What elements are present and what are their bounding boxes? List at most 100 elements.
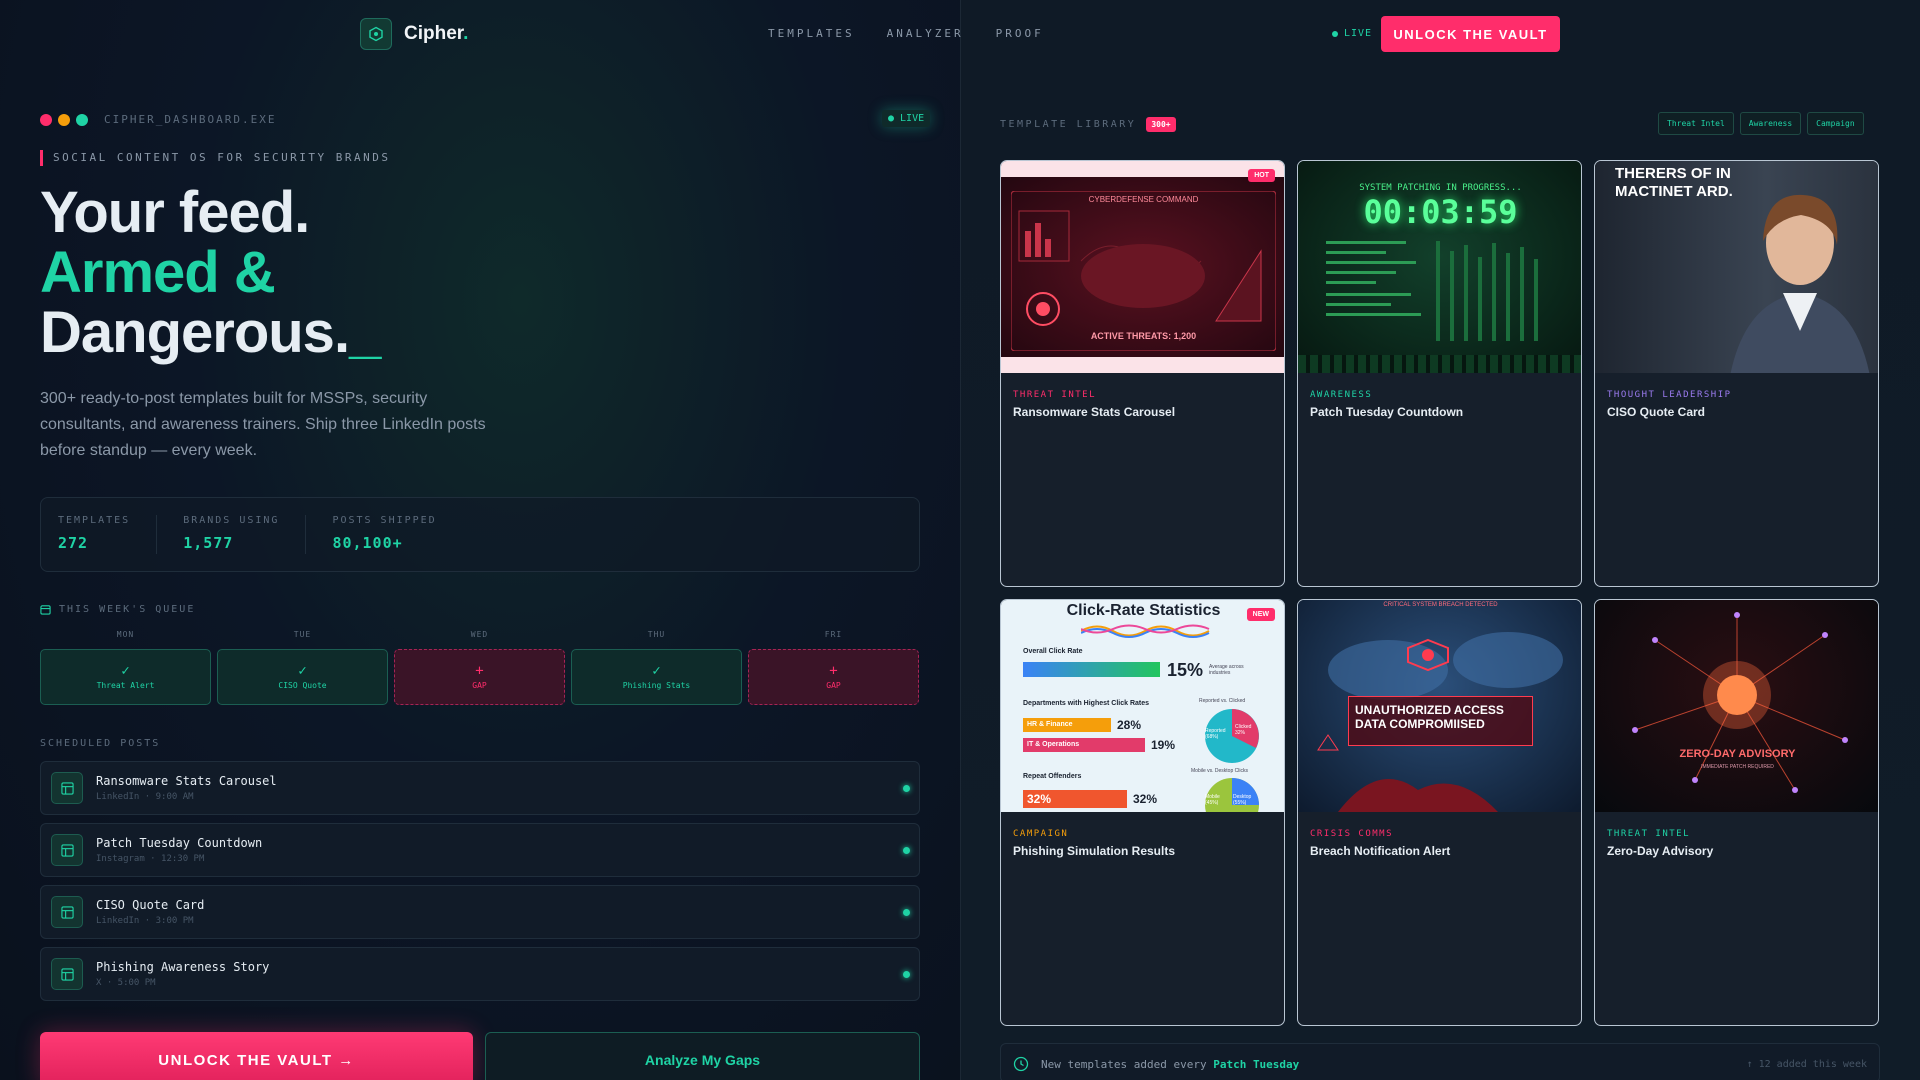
template-badge: NEW	[1246, 608, 1275, 621]
close-dot-icon[interactable]	[40, 114, 52, 126]
template-card[interactable]: SYSTEM PATCHING IN PROGRESS... 00:03:59 AW…	[1297, 160, 1582, 587]
post-title: Phishing Awareness Story	[96, 960, 270, 974]
template-title: Breach Notification Alert	[1310, 844, 1451, 858]
footer-text-bold: Patch Tuesday	[1213, 1058, 1300, 1071]
phish-overall-note: Average across industries	[1209, 664, 1244, 676]
queue-slot-label: GAP	[826, 681, 841, 690]
filter-threat-intel[interactable]: Threat Intel	[1658, 112, 1734, 135]
brand-logo[interactable]: Cipher.	[360, 18, 468, 50]
queue-slot[interactable]: ✓ Phishing Stats	[571, 649, 742, 705]
phish-pie1-b: Clicked 32%	[1235, 724, 1252, 736]
queue-day-mon: MON ✓ Threat Alert	[40, 630, 211, 705]
nav-unlock-vault-button[interactable]: UNLOCK THE VAULT	[1381, 16, 1560, 52]
queue-day-name: MON	[116, 630, 135, 639]
scheduled-post-row[interactable]: CISO Quote Card LinkedIn · 3:00 PM	[40, 885, 920, 939]
hero-line-3-text: Dangerous.	[40, 300, 350, 365]
hexagon-logo-icon	[360, 18, 392, 50]
status-dot-icon	[903, 971, 910, 978]
thumb-subcaption: IMMEDIATE PATCH REQUIRED	[1701, 764, 1774, 770]
template-title: CISO Quote Card	[1607, 405, 1706, 419]
footer-text: New templates added every Patch Tuesday	[1041, 1058, 1299, 1071]
post-meta: X · 5:00 PM	[96, 978, 156, 988]
template-icon	[51, 896, 83, 928]
phish-dept-2-value: 19%	[1151, 738, 1176, 752]
phish-pie2-b: Desktop (55%)	[1233, 794, 1252, 806]
calendar-icon	[40, 605, 51, 615]
queue-title-text: THIS WEEK'S QUEUE	[59, 604, 196, 615]
thumb-quote: THERERS OF IN MACTINET ARD.	[1615, 165, 1733, 200]
thumb-alert: UNAUTHORIZED ACCESS DATA COMPROMIISED	[1348, 696, 1533, 746]
clock-icon	[1013, 1056, 1029, 1072]
scheduled-post-row[interactable]: Ransomware Stats Carousel LinkedIn · 9:00…	[40, 761, 920, 815]
dashboard-window-title: CIPHER_DASHBOARD.EXE	[104, 113, 277, 126]
check-icon: ✓	[298, 663, 307, 679]
queue-slot-label: Threat Alert	[96, 681, 155, 690]
nav-links: TEMPLATES ANALYZER PROOF	[768, 27, 1044, 40]
plus-icon: +	[475, 663, 484, 679]
template-thumbnail: CRITICAL SYSTEM BREACH DETECTED UNAUTHORI…	[1298, 600, 1581, 812]
template-card[interactable]: CYBERDEFENSE COMMAND ACTIVE THREATS: 1,20…	[1000, 160, 1285, 587]
analyze-gaps-button[interactable]: Analyze My Gaps	[485, 1032, 920, 1080]
template-thumbnail: Click-Rate Statistics Overall Click Rate 1…	[1001, 600, 1284, 812]
queue-day-name: FRI	[824, 630, 843, 639]
stat-label: TEMPLATES	[58, 515, 131, 526]
nav-link-analyzer[interactable]: ANALYZER	[887, 27, 964, 40]
queue-slot[interactable]: ✓ CISO Quote	[217, 649, 388, 705]
stats-panel: TEMPLATES 272 BRANDS USING 1,577 POSTS S…	[40, 497, 920, 572]
template-card[interactable]: THERERS OF IN MACTINET ARD. THOUGHT LEADE…	[1594, 160, 1879, 587]
queue-slot-label: Phishing Stats	[622, 681, 691, 690]
queue-day-tue: TUE ✓ CISO Quote	[217, 630, 388, 705]
template-category: CAMPAIGN	[1013, 829, 1069, 839]
template-icon	[51, 772, 83, 804]
week-queue: MON ✓ Threat Alert TUE ✓ CISO Quote WED + GAP THU…	[40, 630, 920, 705]
scheduled-post-row[interactable]: Patch Tuesday Countdown Instagram · 12:30…	[40, 823, 920, 877]
template-card[interactable]: ZERO-DAY ADVISORY IMMEDIATE PATCH REQUIRE…	[1594, 599, 1879, 1026]
template-thumbnail: ZERO-DAY ADVISORY IMMEDIATE PATCH REQUIRE…	[1595, 600, 1878, 812]
stat-templates: TEMPLATES 272	[58, 515, 158, 554]
thumb-title: Click-Rate Statistics	[1066, 602, 1221, 619]
template-category: AWARENESS	[1310, 390, 1373, 400]
queue-slot-label: GAP	[472, 681, 487, 690]
queue-slot[interactable]: + GAP	[394, 649, 565, 705]
template-icon	[51, 834, 83, 866]
template-title: Zero-Day Advisory	[1607, 844, 1714, 858]
maximize-dot-icon[interactable]	[76, 114, 88, 126]
post-meta: LinkedIn · 3:00 PM	[96, 916, 194, 926]
thumb-subcaption: ACTIVE THREATS: 1,200	[1090, 331, 1197, 341]
stat-value: 1,577	[183, 534, 234, 552]
live-indicator: LIVE	[1332, 28, 1372, 39]
phish-dept-1-value: 28%	[1117, 718, 1142, 732]
library-count-badge: 300+	[1146, 117, 1176, 132]
template-card[interactable]: CRITICAL SYSTEM BREACH DETECTED UNAUTHORI…	[1297, 599, 1582, 1026]
library-title-text: TEMPLATE LIBRARY	[1000, 119, 1137, 130]
queue-slot-label: CISO Quote	[278, 681, 327, 690]
template-card[interactable]: Click-Rate Statistics Overall Click Rate 1…	[1000, 599, 1285, 1026]
hero-line-1: Your feed.	[40, 180, 310, 245]
stat-brands: BRANDS USING 1,577	[183, 515, 307, 554]
live-dot-icon	[1332, 30, 1338, 37]
filter-campaign[interactable]: Campaign	[1807, 112, 1864, 135]
status-dot-icon	[903, 785, 910, 792]
phish-dept-1: HR & Finance	[1023, 718, 1111, 732]
phish-repeat-label: Repeat Offenders	[1023, 773, 1082, 780]
library-footer: New templates added every Patch Tuesday …	[1000, 1043, 1880, 1080]
filter-awareness[interactable]: Awareness	[1739, 112, 1802, 135]
template-icon	[51, 958, 83, 990]
queue-slot[interactable]: ✓ Threat Alert	[40, 649, 211, 705]
template-category: CRISIS COMMS	[1310, 829, 1394, 839]
minimize-dot-icon[interactable]	[58, 114, 70, 126]
scheduled-post-row[interactable]: Phishing Awareness Story X · 5:00 PM	[40, 947, 920, 1001]
live-text: LIVE	[1344, 28, 1373, 39]
queue-day-wed: WED + GAP	[394, 630, 565, 705]
nav-link-proof[interactable]: PROOF	[996, 27, 1044, 40]
footer-added-count: ↑ 12 added this week	[1746, 1059, 1867, 1070]
brand-dot: .	[463, 23, 469, 44]
dashboard-live-badge: ● LIVE	[882, 110, 931, 127]
phish-pie2-title: Mobile vs. Desktop Clicks	[1191, 768, 1248, 774]
scheduled-posts-list: Ransomware Stats Carousel LinkedIn · 9:00…	[40, 761, 920, 1009]
brand-name: Cipher.	[404, 23, 468, 45]
nav-link-templates[interactable]: TEMPLATES	[768, 27, 855, 40]
thumb-subcaption: CRITICAL SYSTEM BREACH DETECTED	[1383, 602, 1498, 608]
queue-slot[interactable]: + GAP	[748, 649, 919, 705]
unlock-vault-button[interactable]: UNLOCK THE VAULT →	[40, 1032, 473, 1080]
